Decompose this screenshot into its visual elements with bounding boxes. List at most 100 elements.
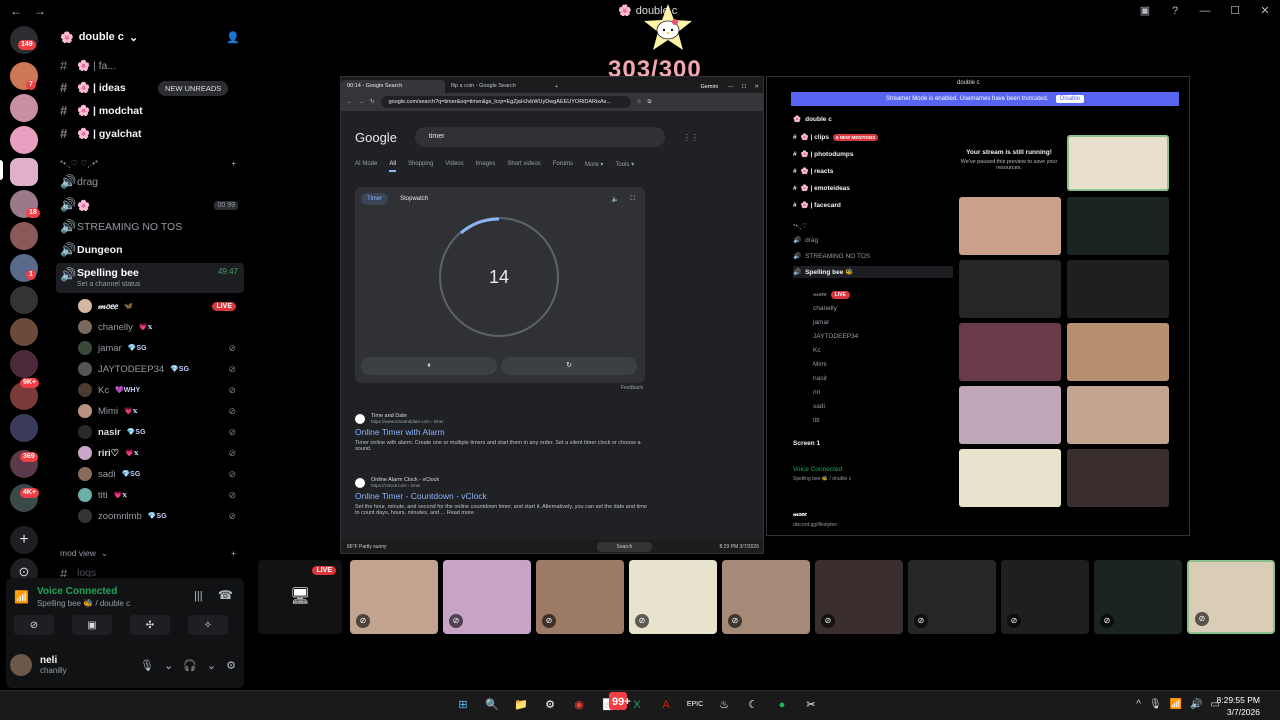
participant-tile[interactable]: ⊘ <box>1094 560 1182 634</box>
voice-connected-label[interactable]: Voice Connected <box>37 586 130 597</box>
participant-tile[interactable]: ⊘ <box>815 560 903 634</box>
video-tile[interactable] <box>1067 449 1169 507</box>
server-icon-6[interactable] <box>10 222 38 250</box>
add-channel-icon[interactable]: + <box>231 548 236 558</box>
voice-member[interactable]: titi 💗𝕩 ⊘ <box>78 485 244 505</box>
dwin-channel[interactable]: # 🌸 | reacts <box>793 165 953 177</box>
avatar[interactable] <box>10 654 32 676</box>
screen-share-tile[interactable]: LIVE 🖥 <box>258 560 342 634</box>
disable-button[interactable]: Disable <box>1056 95 1085 103</box>
reset-button[interactable]: ↻ <box>501 357 637 375</box>
volume-icon[interactable]: 🔈 <box>612 196 619 203</box>
file-explorer-icon[interactable]: 📁 <box>512 696 530 714</box>
chevron-up-icon[interactable]: ^ <box>1136 699 1141 710</box>
server-icon-9[interactable] <box>10 318 38 346</box>
result-title-link[interactable]: Online Timer with Alarm <box>355 427 651 437</box>
voice-member[interactable]: nasir 💎SG ⊘ <box>78 422 244 442</box>
server-icon-3[interactable] <box>10 126 38 154</box>
dwin-voice[interactable]: 🔊 drag <box>793 234 953 246</box>
video-tile[interactable] <box>1067 197 1169 255</box>
camera-off-icon[interactable]: ⊘ <box>14 615 54 635</box>
chrome-icon[interactable]: ◉ <box>570 696 588 714</box>
dwin-member[interactable]: sadi <box>813 400 973 412</box>
voice-member[interactable]: zoomnlmb 💎SG ⊘ <box>78 506 244 526</box>
activities-icon[interactable]: ✣ <box>130 615 170 635</box>
voice-member[interactable]: 𝓂𝑜𝑒𝑒 🦋 LIVE <box>78 296 244 316</box>
steam-icon[interactable]: ♨ <box>715 696 733 714</box>
dwin-channel[interactable]: # 🌸 | clips 6 NEW MENTIONS <box>793 131 953 143</box>
tab-shopping[interactable]: Shopping <box>408 161 433 172</box>
back-icon[interactable]: ← <box>10 4 24 18</box>
voice-member[interactable]: chanelly 💗𝕩 <box>78 317 244 337</box>
url-input[interactable]: google.com/search?q=timer&oq=timer&gs_lc… <box>380 96 631 108</box>
feedback-link[interactable]: Feedback <box>621 385 643 391</box>
tab-ai-mode[interactable]: AI Mode <box>355 161 377 172</box>
dwin-voice-active[interactable]: 🔊 Spelling bee 🐝 <box>793 266 953 278</box>
close-button[interactable]: ✕ <box>750 81 763 93</box>
gear-icon[interactable]: ⚙ <box>226 659 236 672</box>
channel-modchat[interactable]: # 🌸 | modchat <box>56 99 244 121</box>
dwin-channel[interactable]: # 🌸 | emoteideas <box>793 182 953 194</box>
participant-tile[interactable]: ⊘ <box>1001 560 1089 634</box>
chevron-down-icon[interactable]: ⌄ <box>207 659 216 672</box>
maximize-button[interactable]: ☐ <box>737 81 750 93</box>
pause-button[interactable]: ⏸ <box>361 357 497 375</box>
inbox-icon[interactable]: ▣ <box>1130 0 1160 22</box>
search-input[interactable]: timer <box>414 127 665 147</box>
reload-icon[interactable]: ↻ <box>370 99 375 105</box>
dwin-member[interactable]: JAYTODEEP34 <box>813 330 973 342</box>
forward-icon[interactable]: → <box>359 99 365 105</box>
channel-facecard[interactable]: # 🌸 | fa... <box>56 54 244 76</box>
participant-tile[interactable]: ⊘ <box>350 560 438 634</box>
apps-grid-icon[interactable]: ⋮⋮ <box>683 133 699 142</box>
disconnect-icon[interactable]: ☎ <box>218 588 233 602</box>
dwin-member[interactable]: Kc <box>813 344 973 356</box>
signal-icon[interactable]: 📶 <box>14 590 29 604</box>
voice-member[interactable]: Kc 💜WHY ⊘ <box>78 380 244 400</box>
dwin-channel[interactable]: # 🌸 | facecard <box>793 199 953 211</box>
user-display-name[interactable]: neli <box>40 655 67 666</box>
voice-member[interactable]: jamar 💎SG ⊘ <box>78 338 244 358</box>
voice-channel-spelling-bee[interactable]: 🔊 Spelling bee Set a channel status 49:4… <box>56 263 244 293</box>
notepad-icon[interactable]: 📄 99+ <box>599 692 631 714</box>
epic-games-icon[interactable]: EPIC <box>686 696 704 714</box>
google-logo[interactable]: Google <box>355 130 397 145</box>
video-tile[interactable] <box>959 197 1061 255</box>
help-icon[interactable]: ? <box>1160 0 1190 22</box>
server-icon-2[interactable] <box>10 94 38 122</box>
voice-channel-streaming[interactable]: 🔊 STREAMING NO TOS <box>56 216 244 238</box>
video-tile[interactable] <box>1067 260 1169 318</box>
dwin-guild-name[interactable]: 🌸 double c <box>793 113 953 125</box>
dwin-member[interactable]: riri <box>813 386 973 398</box>
tab-flip-coin[interactable]: flip a coin - Google Search <box>445 80 549 93</box>
headphones-icon[interactable]: 🎧 <box>183 659 197 672</box>
video-tile[interactable] <box>959 449 1061 507</box>
channel-status-hint[interactable]: Set a channel status <box>77 281 140 288</box>
dwin-member[interactable]: titi <box>813 414 973 426</box>
stopwatch-tab[interactable]: Stopwatch <box>394 193 434 205</box>
windows-start-icon[interactable]: ⊞ <box>454 696 472 714</box>
extensions-icon[interactable]: ⧉ <box>648 99 652 106</box>
channel-logs[interactable]: # logs <box>56 562 244 578</box>
new-unreads-pill[interactable]: NEW UNREADS <box>158 81 229 96</box>
tab-short-videos[interactable]: Short videos <box>507 161 540 172</box>
add-channel-icon[interactable]: + <box>231 159 236 168</box>
voice-member[interactable]: Mimi 💗𝕩 ⊘ <box>78 401 244 421</box>
excel-icon[interactable]: X <box>628 696 646 714</box>
new-tab-icon[interactable]: + <box>549 81 564 93</box>
participant-tile[interactable]: ⊘ <box>443 560 531 634</box>
stream-discord-window[interactable]: double c Streamer Mode is enabled. Usern… <box>766 76 1190 536</box>
tab-images[interactable]: Images <box>476 161 496 172</box>
stream-browser-window[interactable]: 00:14 - Google Search flip a coin - Goog… <box>340 76 764 554</box>
video-tile[interactable] <box>959 323 1061 381</box>
tab-forums[interactable]: Forums <box>553 161 573 172</box>
dwin-channel[interactable]: # 🌸 | photodumps <box>793 148 953 160</box>
tab-videos[interactable]: Videos <box>445 161 463 172</box>
participant-tile[interactable]: ⊘ <box>536 560 624 634</box>
video-tile[interactable] <box>959 386 1061 444</box>
soundboard-icon[interactable]: ✧ <box>188 615 228 635</box>
voice-member[interactable]: JAYTODEEP34 💎SG ⊘ <box>78 359 244 379</box>
taskbar-clock[interactable]: 8:29:55 PM 3/7/2026 <box>1217 694 1260 718</box>
dwin-member[interactable]: Mimi <box>813 358 973 370</box>
search-icon[interactable]: 🔍 <box>483 696 501 714</box>
